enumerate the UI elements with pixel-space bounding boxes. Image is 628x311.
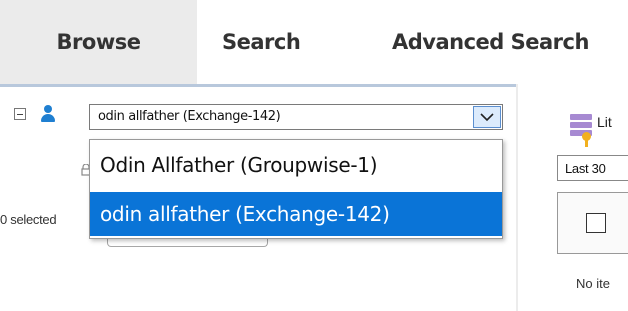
date-range-select[interactable]: Last 30 bbox=[557, 155, 628, 181]
selected-count: 0 selected bbox=[0, 212, 57, 227]
panel-top-border bbox=[0, 84, 516, 87]
dropdown-option[interactable]: Odin Allfather (Groupwise-1) bbox=[90, 143, 502, 187]
no-items-text: No ite bbox=[576, 276, 610, 291]
chevron-down-icon[interactable] bbox=[473, 106, 501, 128]
tab-browse[interactable]: Browse bbox=[0, 0, 197, 84]
panel-divider bbox=[516, 84, 518, 311]
mailbox-dropdown-list: Odin Allfather (Groupwise-1) odin allfat… bbox=[89, 139, 503, 239]
user-icon bbox=[40, 105, 56, 123]
mailbox-select[interactable]: odin allfather (Exchange-142) bbox=[89, 104, 503, 130]
tab-advanced-search[interactable]: Advanced Search bbox=[330, 0, 628, 84]
mailbox-select-value: odin allfather (Exchange-142) bbox=[98, 109, 281, 124]
tab-bar: Browse Search Advanced Search bbox=[0, 0, 628, 84]
list-label: Lit bbox=[597, 114, 612, 130]
minus-square-icon[interactable] bbox=[14, 108, 26, 120]
select-all-checkbox[interactable] bbox=[586, 213, 606, 233]
tab-search[interactable]: Search bbox=[197, 0, 330, 84]
dropdown-option-selected[interactable]: odin allfather (Exchange-142) bbox=[90, 192, 502, 236]
select-all-cell bbox=[557, 192, 628, 254]
database-key-icon bbox=[570, 114, 594, 147]
date-range-value: Last 30 bbox=[565, 161, 606, 176]
